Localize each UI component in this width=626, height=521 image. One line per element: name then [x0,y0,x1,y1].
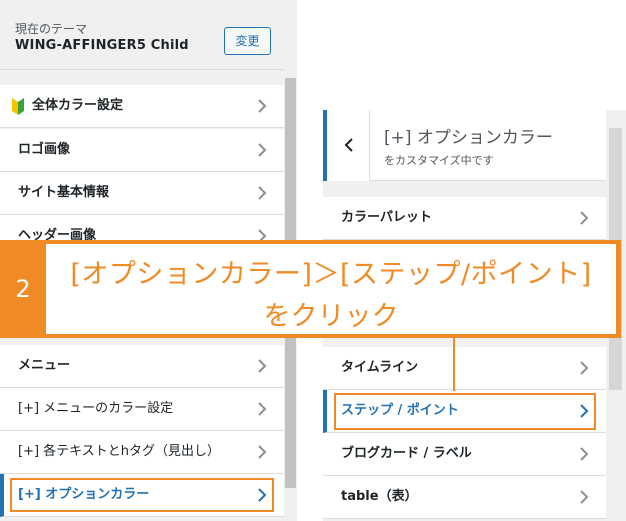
menu-item-label: 全体カラー設定 [32,98,124,113]
menu-item-label: table（表） [341,489,418,504]
current-theme-label: 現在のテーマ [15,22,88,36]
menu-item-blogcard-label[interactable]: ブログカード / ラベル [323,433,606,476]
chevron-right-icon [576,446,592,462]
menu-item-label: カラーパレット [341,210,432,225]
back-button[interactable] [323,110,370,181]
menu-item-menus[interactable]: メニュー [0,345,284,388]
menu-item-label: [+] メニューのカラー設定 [18,401,174,416]
menu-item-label: ブログカード / ラベル [341,446,472,461]
menu-item-timeline[interactable]: タイムライン [323,347,606,390]
callout-text-line1: [オプションカラー]＞[ステップ/ポイント] [70,259,592,290]
section-header: [+] オプションカラー をカスタマイズ中です [323,110,606,181]
instruction-callout: 2 [オプションカラー]＞[ステップ/ポイント] をクリック [0,240,621,338]
menu-item-overall-color[interactable]: 全体カラー設定 [0,85,284,128]
menu-item-table[interactable]: table（表） [323,476,606,519]
section-title: [+] オプションカラー [384,128,553,148]
chevron-right-icon [576,489,592,505]
chevron-right-icon [254,401,270,417]
current-theme-section: 現在のテーマ WING-AFFINGER5 Child 変更 [0,0,284,70]
chevron-right-icon [576,210,592,226]
callout-text-line2: をクリック [263,301,399,332]
chevron-left-icon [344,138,353,152]
chevron-right-icon [254,98,270,114]
menu-item-label: サイト基本情報 [18,185,110,200]
menu-item-site-identity[interactable]: サイト基本情報 [0,172,284,215]
highlight-step-point [334,393,596,430]
menu-item-menu-color[interactable]: [+] メニューのカラー設定 [0,388,284,431]
chevron-right-icon [576,360,592,376]
step-number: 2 [15,275,31,303]
current-theme-name: WING-AFFINGER5 Child [15,38,189,53]
chevron-right-icon [254,185,270,201]
section-description: をカスタマイズ中です [384,154,494,167]
chevron-right-icon [254,358,270,374]
menu-item-label: タイムライン [341,360,419,375]
menu-item-logo-image[interactable]: ロゴ画像 [0,129,284,172]
menu-item-label: [+] 各テキストとhタグ（見出し） [18,444,221,459]
menu-item-label: メニュー [18,358,71,373]
change-theme-button[interactable]: 変更 [224,27,271,55]
callout-connector-line [453,338,455,391]
chevron-right-icon [254,142,270,158]
beginner-mark-icon [12,98,24,115]
callout-text-box: [オプションカラー]＞[ステップ/ポイント] をクリック [46,244,616,334]
menu-item-text-headings[interactable]: [+] 各テキストとhタグ（見出し） [0,431,284,474]
menu-item-label: ロゴ画像 [18,142,71,157]
chevron-right-icon [254,444,270,460]
menu-item-color-palette[interactable]: カラーパレット [323,197,606,240]
highlight-option-color [10,478,274,512]
